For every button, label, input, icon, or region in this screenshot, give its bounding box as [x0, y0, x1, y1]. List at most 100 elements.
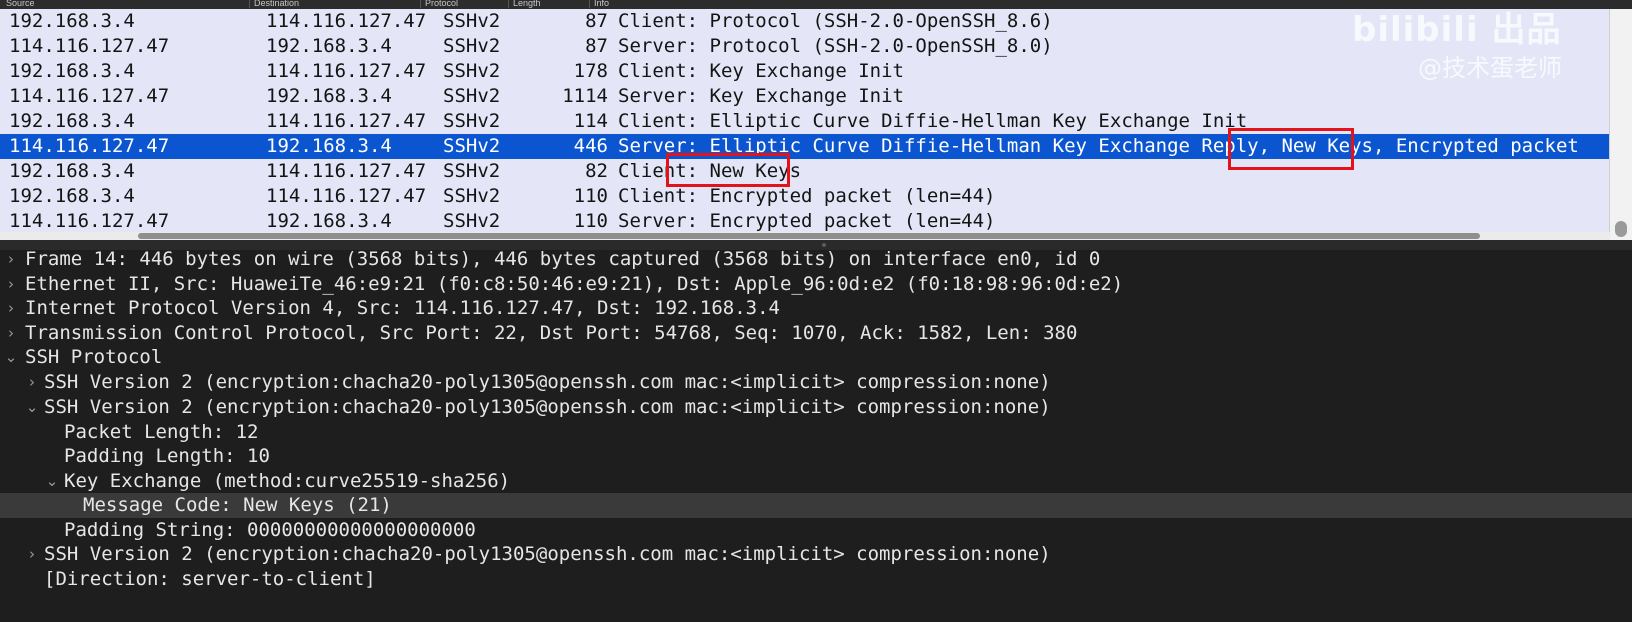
tree-row-label: Message Code: New Keys (21) [83, 494, 392, 516]
tree-row-label: Transmission Control Protocol, Src Port:… [25, 322, 1078, 344]
packet-length: 114 [573, 110, 608, 132]
packet-destination: 192.168.3.4 [266, 135, 392, 157]
packet-destination: 114.116.127.47 [266, 185, 427, 207]
packet-length: 87 [585, 10, 608, 32]
packet-destination: 192.168.3.4 [266, 35, 392, 57]
packet-protocol: SSHv2 [443, 10, 501, 32]
packet-protocol: SSHv2 [443, 185, 501, 207]
packet-protocol: SSHv2 [443, 85, 501, 107]
tree-row-ssh-version[interactable]: › SSH Version 2 (encryption:chacha20-pol… [0, 542, 1632, 567]
packet-length: 178 [573, 60, 608, 82]
tree-row-label: SSH Version 2 (encryption:chacha20-poly1… [44, 371, 1051, 393]
horizontal-scrollbar[interactable] [0, 232, 1610, 240]
packet-details-tree[interactable]: › Frame 14: 446 bytes on wire (3568 bits… [0, 250, 1632, 622]
tree-row-packet-length[interactable]: Packet Length: 12 [0, 420, 1632, 445]
packet-info: Client: Protocol (SSH-2.0-OpenSSH_8.6) [618, 10, 1053, 32]
tree-row-ssh-version[interactable]: ⌄ SSH Version 2 (encryption:chacha20-pol… [0, 395, 1632, 420]
highlight-box-new-keys-client [666, 153, 790, 187]
packet-length: 1114 [562, 85, 608, 107]
pane-splitter[interactable] [0, 240, 1632, 250]
packet-info: Client: Key Exchange Init [618, 60, 904, 82]
packet-list[interactable]: Source Destination Protocol Length Info … [0, 0, 1632, 240]
packet-row[interactable]: 192.168.3.4 114.116.127.47 SSHv2 82 Clie… [0, 159, 1610, 184]
packet-source: 192.168.3.4 [9, 10, 135, 32]
column-length[interactable]: Length [508, 0, 541, 8]
packet-row[interactable]: 192.168.3.4 114.116.127.47 SSHv2 110 Cli… [0, 184, 1610, 209]
packet-source: 192.168.3.4 [9, 110, 135, 132]
packet-source: 114.116.127.47 [9, 35, 170, 57]
expand-arrow-icon[interactable]: › [25, 370, 39, 395]
tree-row-padding-length[interactable]: Padding Length: 10 [0, 444, 1632, 469]
packet-length: 82 [585, 160, 608, 182]
expand-arrow-icon[interactable]: › [4, 296, 18, 321]
tree-row-label: SSH Version 2 (encryption:chacha20-poly1… [44, 543, 1051, 565]
packet-source: 114.116.127.47 [9, 85, 170, 107]
packet-source: 192.168.3.4 [9, 160, 135, 182]
tree-row-label: [Direction: server-to-client] [44, 568, 376, 590]
packet-length: 110 [573, 185, 608, 207]
collapse-arrow-icon[interactable]: ⌄ [25, 395, 39, 420]
horizontal-scroll-thumb[interactable] [138, 233, 1480, 239]
packet-info: Server: Encrypted packet (len=44) [618, 210, 996, 232]
watermark: bilibili 出品 @技术蛋老师 [1352, 0, 1632, 90]
tree-row-label: Internet Protocol Version 4, Src: 114.11… [25, 297, 780, 319]
expand-arrow-icon[interactable]: › [25, 542, 39, 567]
expand-arrow-icon[interactable]: › [4, 250, 18, 272]
packet-protocol: SSHv2 [443, 135, 501, 157]
column-source[interactable]: Source [2, 0, 35, 8]
collapse-arrow-icon[interactable]: ⌄ [4, 345, 18, 370]
tree-row-message-code[interactable]: Message Code: New Keys (21) [0, 493, 1632, 518]
splitter-handle-icon[interactable] [822, 243, 826, 247]
packet-destination: 114.116.127.47 [266, 10, 427, 32]
tree-row-direction[interactable]: [Direction: server-to-client] [0, 567, 1632, 592]
packet-length: 87 [585, 35, 608, 57]
packet-protocol: SSHv2 [443, 35, 501, 57]
packet-destination: 114.116.127.47 [266, 160, 427, 182]
tree-row-ssh-protocol[interactable]: ⌄ SSH Protocol [0, 345, 1632, 370]
tree-row-label: SSH Version 2 (encryption:chacha20-poly1… [44, 396, 1051, 418]
packet-info: Server: Key Exchange Init [618, 85, 904, 107]
watermark-user: @技术蛋老师 [1418, 54, 1562, 82]
highlight-box-new-keys-server [1228, 128, 1354, 170]
packet-destination: 114.116.127.47 [266, 60, 427, 82]
packet-info: Server: Protocol (SSH-2.0-OpenSSH_8.0) [618, 35, 1053, 57]
column-info[interactable]: Info [589, 0, 609, 8]
tree-row-padding-string[interactable]: Padding String: 00000000000000000000 [0, 518, 1632, 543]
expand-arrow-icon[interactable]: › [4, 272, 18, 297]
packet-source: 192.168.3.4 [9, 60, 135, 82]
packet-info: Client: Encrypted packet (len=44) [618, 185, 996, 207]
packet-row-selected[interactable]: 114.116.127.47 192.168.3.4 SSHv2 446 Ser… [0, 134, 1610, 159]
packet-destination: 192.168.3.4 [266, 85, 392, 107]
packet-protocol: SSHv2 [443, 60, 501, 82]
packet-length: 446 [573, 135, 608, 157]
tree-row-ethernet[interactable]: › Ethernet II, Src: HuaweiTe_46:e9:21 (f… [0, 272, 1632, 297]
packet-protocol: SSHv2 [443, 160, 501, 182]
tree-row-ssh-version[interactable]: › SSH Version 2 (encryption:chacha20-pol… [0, 370, 1632, 395]
collapse-arrow-icon[interactable]: ⌄ [45, 469, 59, 494]
packet-destination: 192.168.3.4 [266, 210, 392, 232]
tree-row-ipv4[interactable]: › Internet Protocol Version 4, Src: 114.… [0, 296, 1632, 321]
tree-row-label: Frame 14: 446 bytes on wire (3568 bits),… [25, 250, 1101, 270]
tree-row-tcp[interactable]: › Transmission Control Protocol, Src Por… [0, 321, 1632, 346]
packet-row[interactable]: 192.168.3.4 114.116.127.47 SSHv2 114 Cli… [0, 109, 1610, 134]
tree-row-frame[interactable]: › Frame 14: 446 bytes on wire (3568 bits… [0, 250, 1632, 272]
vertical-scroll-thumb[interactable] [1615, 221, 1627, 237]
tree-row-label: Key Exchange (method:curve25519-sha256) [64, 470, 511, 492]
tree-row-label: Padding String: 00000000000000000000 [64, 519, 476, 541]
tree-row-label: SSH Protocol [25, 346, 163, 368]
column-destination[interactable]: Destination [249, 0, 299, 8]
packet-protocol: SSHv2 [443, 210, 501, 232]
packet-source: 192.168.3.4 [9, 185, 135, 207]
packet-protocol: SSHv2 [443, 110, 501, 132]
watermark-logo: bilibili 出品 [1352, 10, 1562, 50]
packet-row[interactable]: 114.116.127.47 192.168.3.4 SSHv2 110 Ser… [0, 209, 1610, 234]
packet-info: Client: Elliptic Curve Diffie-Hellman Ke… [618, 110, 1248, 132]
tree-row-label: Ethernet II, Src: HuaweiTe_46:e9:21 (f0:… [25, 273, 1124, 295]
tree-row-key-exchange[interactable]: ⌄ Key Exchange (method:curve25519-sha256… [0, 469, 1632, 494]
tree-row-label: Packet Length: 12 [64, 421, 259, 443]
packet-destination: 114.116.127.47 [266, 110, 427, 132]
expand-arrow-icon[interactable]: › [4, 321, 18, 346]
column-protocol[interactable]: Protocol [420, 0, 458, 8]
tree-row-label: Padding Length: 10 [64, 445, 270, 467]
packet-source: 114.116.127.47 [9, 210, 170, 232]
